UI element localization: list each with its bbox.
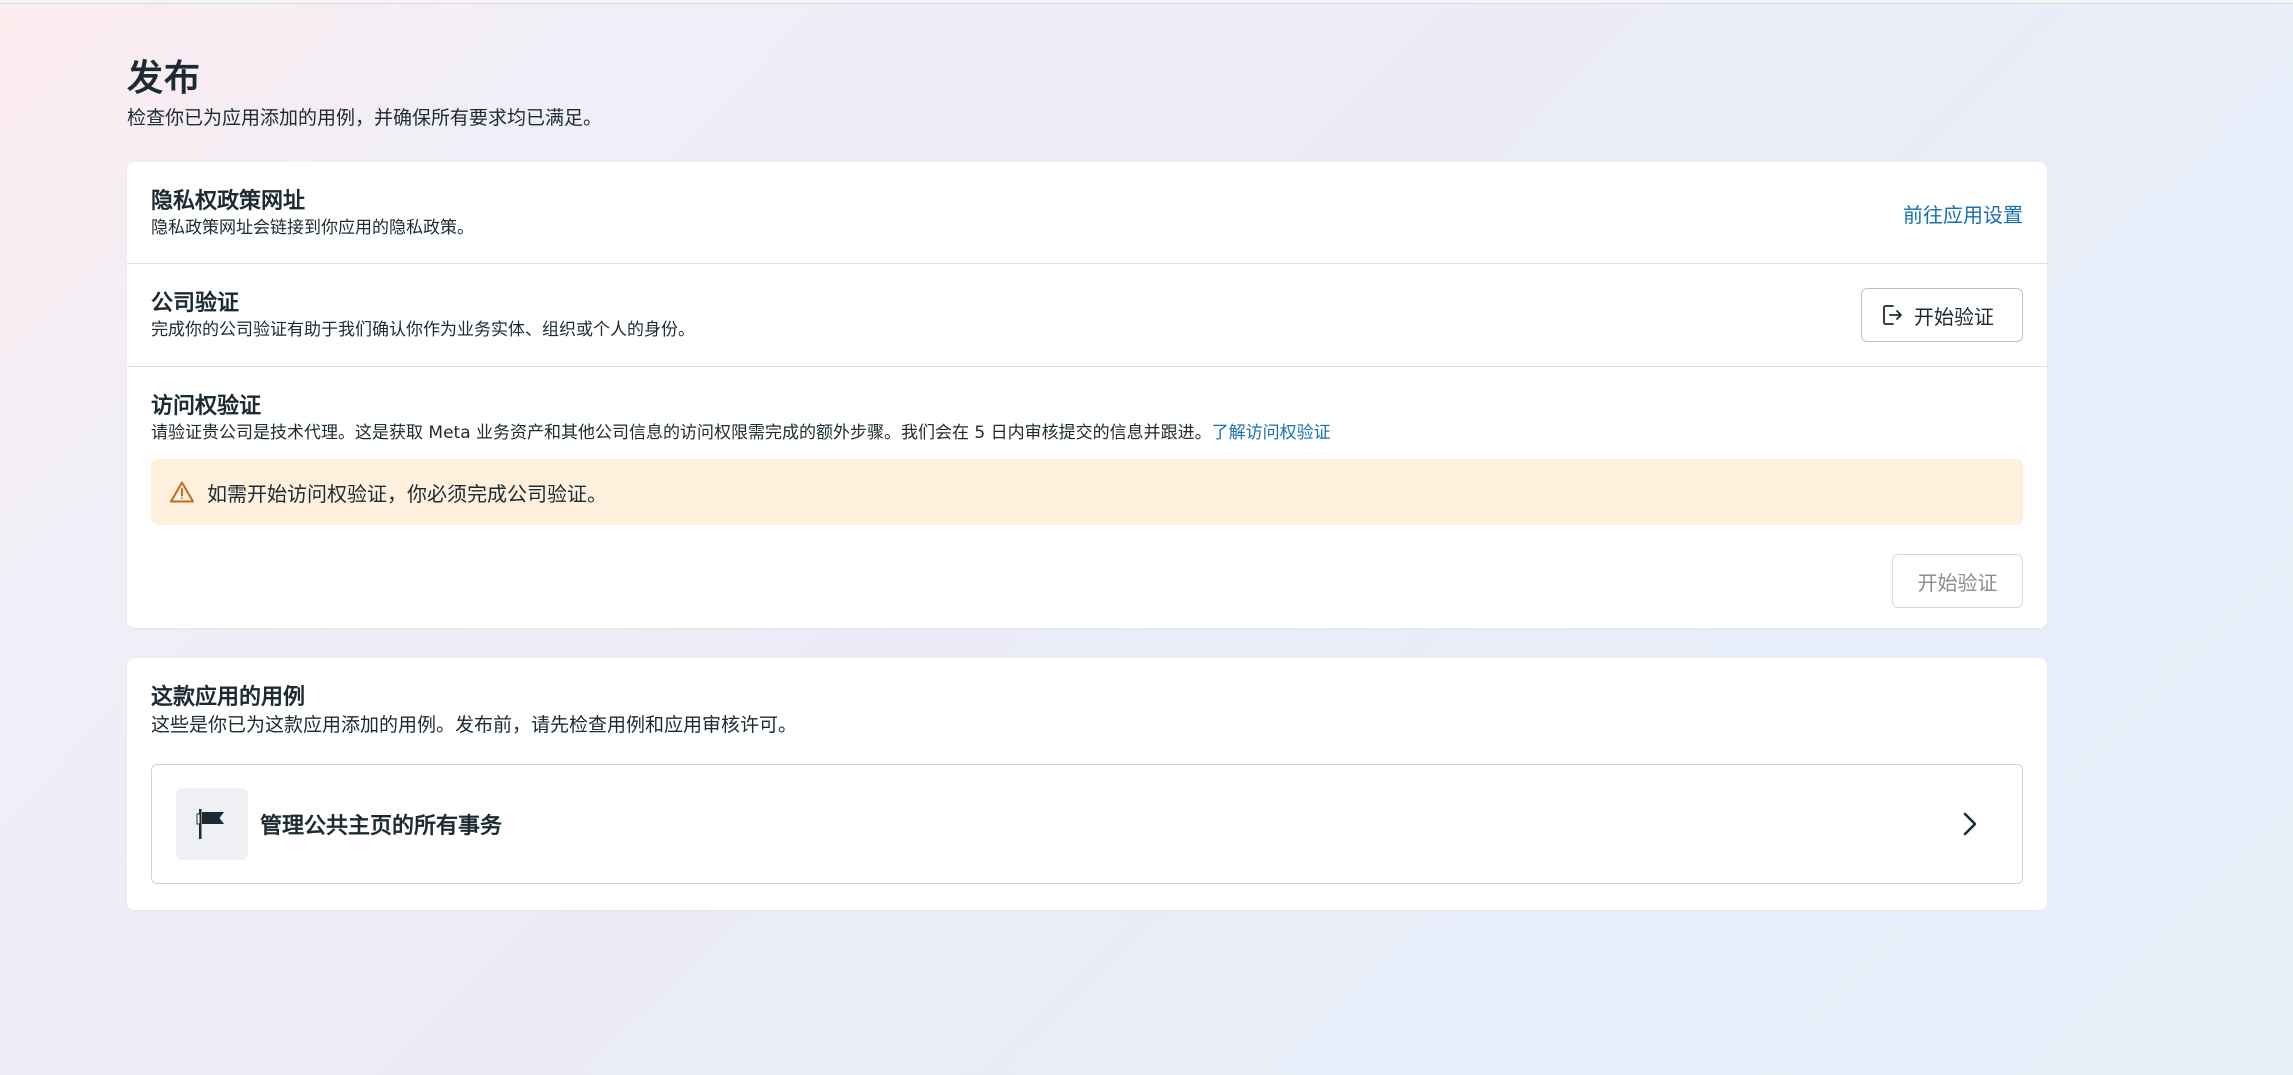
warning-alert-text: 如需开始访问权验证，你必须完成公司验证。	[207, 481, 607, 506]
use-case-thumb	[176, 788, 248, 860]
page-title: 发布	[127, 58, 202, 99]
start-company-verification-button[interactable]: 开始验证	[1861, 288, 2023, 342]
warning-alert: 如需开始访问权验证，你必须完成公司验证。	[151, 459, 2023, 525]
use-cases-title: 这款应用的用例	[151, 685, 306, 710]
privacy-policy-row: 隐私权政策网址 隐私政策网址会链接到你应用的隐私政策。 前往应用设置	[127, 162, 2047, 264]
access-verification-row: 访问权验证 请验证贵公司是技术代理。这是获取 Meta 业务资产和其他公司信息的…	[127, 367, 2047, 628]
company-verification-desc: 完成你的公司验证有助于我们确认你作为业务实体、组织或个人的身份。	[151, 320, 695, 340]
chevron-right-icon	[1963, 812, 1977, 836]
company-verification-row: 公司验证 完成你的公司验证有助于我们确认你作为业务实体、组织或个人的身份。 开始…	[127, 264, 2047, 367]
use-case-item[interactable]: 管理公共主页的所有事务	[151, 764, 2023, 884]
requirements-card: 隐私权政策网址 隐私政策网址会链接到你应用的隐私政策。 前往应用设置 公司验证 …	[127, 162, 2047, 628]
publish-page: 发布 检查你已为应用添加的用例，并确保所有要求均已满足。 隐私权政策网址 隐私政…	[127, 56, 2047, 910]
company-verification-title: 公司验证	[151, 291, 240, 316]
use-case-label: 管理公共主页的所有事务	[260, 814, 503, 839]
use-cases-card: 这款应用的用例 这些是你已为这款应用添加的用例。发布前，请先检查用例和应用审核许…	[127, 658, 2047, 910]
flag-icon	[196, 809, 224, 839]
access-verification-title: 访问权验证	[151, 394, 262, 419]
go-to-app-settings-link[interactable]: 前往应用设置	[1903, 199, 2023, 228]
learn-access-verification-link[interactable]: 了解访问权验证	[1212, 423, 1331, 443]
start-company-verification-label: 开始验证	[1914, 304, 1994, 329]
privacy-policy-desc: 隐私政策网址会链接到你应用的隐私政策。	[151, 218, 474, 238]
top-divider	[0, 0, 2293, 4]
start-access-verification-button[interactable]: 开始验证	[1892, 554, 2023, 608]
use-cases-desc: 这些是你已为这款应用添加的用例。发布前，请先检查用例和应用审核许可。	[151, 714, 798, 736]
page-subtitle: 检查你已为应用添加的用例，并确保所有要求均已满足。	[127, 107, 603, 129]
exit-icon	[1883, 305, 1902, 325]
warning-icon	[170, 481, 194, 503]
access-verification-desc-wrap: 请验证贵公司是技术代理。这是获取 Meta 业务资产和其他公司信息的访问权限需完…	[151, 421, 2023, 445]
privacy-policy-title: 隐私权政策网址	[151, 189, 306, 214]
access-verification-desc: 请验证贵公司是技术代理。这是获取 Meta 业务资产和其他公司信息的访问权限需完…	[151, 423, 1212, 443]
